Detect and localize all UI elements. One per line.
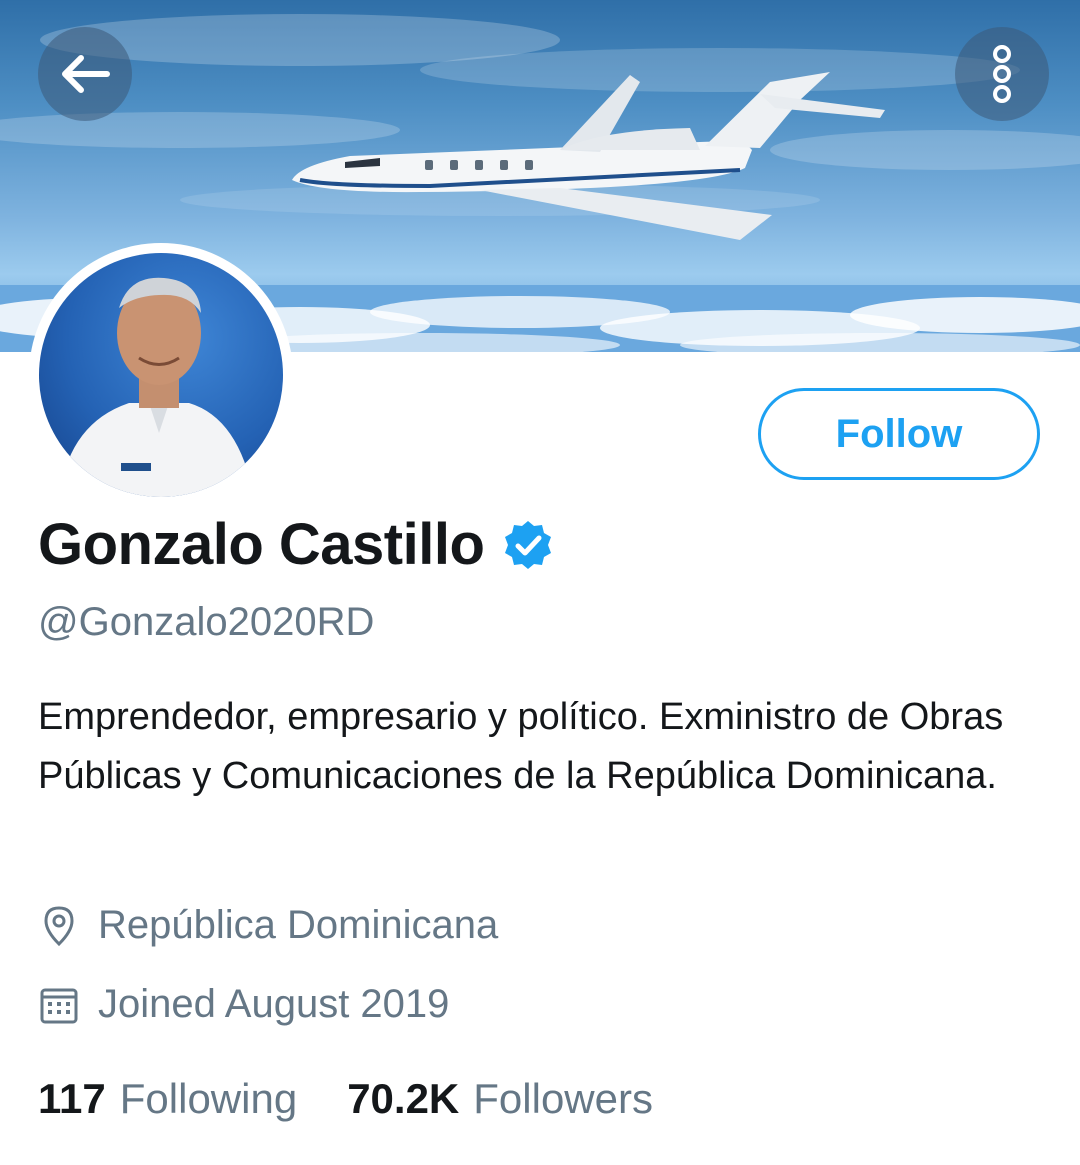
calendar-icon [40, 988, 78, 1023]
back-button[interactable] [38, 27, 132, 121]
followers-count: 70.2K [347, 1075, 460, 1122]
following-label: Following [119, 1075, 298, 1122]
followers-label: Followers [473, 1075, 653, 1122]
joined-text: Joined August 2019 [98, 982, 450, 1026]
name-row: Gonzalo Castillo [38, 511, 554, 578]
profile-avatar[interactable] [29, 243, 293, 507]
profile-stats: 117 Following 70.2K Followers [38, 1075, 703, 1123]
followers-link[interactable]: 70.2K Followers [347, 1075, 653, 1123]
follow-button[interactable]: Follow [758, 388, 1040, 480]
location-pin-icon [44, 905, 74, 946]
verified-badge-icon [505, 520, 552, 569]
arrow-left-icon [62, 55, 110, 93]
display-name: Gonzalo Castillo [38, 512, 485, 577]
following-link[interactable]: 117 Following [38, 1075, 297, 1123]
location-row: República Dominicana [38, 903, 498, 948]
avatar-photo [39, 253, 283, 497]
profile-bio: Emprendedor, empresario y político. Exmi… [38, 696, 1004, 797]
joined-row: Joined August 2019 [38, 982, 449, 1027]
more-options-button[interactable] [955, 27, 1049, 121]
more-vertical-icon [993, 45, 1011, 103]
location-text: República Dominicana [98, 903, 499, 947]
user-handle: @Gonzalo2020RD [38, 600, 375, 644]
following-count: 117 [38, 1075, 106, 1122]
